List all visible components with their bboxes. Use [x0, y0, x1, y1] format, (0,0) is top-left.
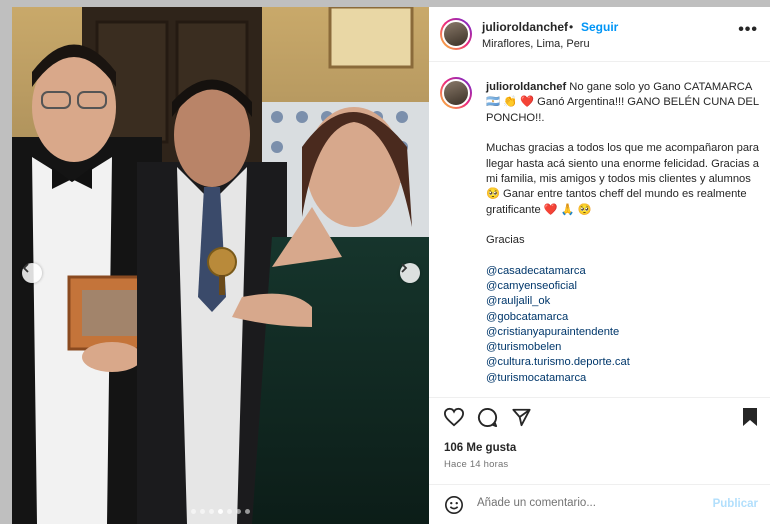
- carousel-dot: [245, 509, 250, 514]
- post-actions: [429, 397, 770, 437]
- comment-bar: Publicar: [429, 484, 770, 524]
- carousel-prev-button[interactable]: [22, 263, 42, 283]
- chevron-left-icon: [22, 263, 29, 273]
- carousel-dot: [200, 509, 205, 514]
- carousel-dot: [209, 509, 214, 514]
- emoji-icon[interactable]: [444, 495, 464, 515]
- carousel-dot: [218, 509, 223, 514]
- heart-icon[interactable]: [443, 407, 465, 427]
- tag-link[interactable]: @cristianyapuraintendente: [486, 325, 761, 340]
- separator-dot: •: [569, 20, 574, 34]
- post-header: julioroldanchef • Seguir Miraflores, Lim…: [429, 7, 770, 62]
- share-icon[interactable]: [511, 407, 532, 427]
- carousel-dot: [227, 509, 232, 514]
- caption-avatar[interactable]: [440, 77, 472, 109]
- caption-tags: @casadecatamarca @camyenseoficial @raulj…: [486, 264, 761, 386]
- tag-link[interactable]: @casadecatamarca: [486, 264, 761, 279]
- publish-button[interactable]: Publicar: [713, 498, 758, 510]
- caption-username[interactable]: julioroldanchef: [486, 81, 566, 93]
- instagram-post-modal: julioroldanchef • Seguir Miraflores, Lim…: [0, 0, 770, 524]
- chevron-right-icon: [401, 263, 408, 273]
- tag-link[interactable]: @rauljalil_ok: [486, 294, 761, 309]
- caption-gracias: Gracias: [486, 234, 525, 247]
- caption-paragraph: Muchas gracias a todos los que me acompa…: [486, 142, 760, 216]
- bookmark-icon[interactable]: [742, 407, 758, 427]
- caption-text: julioroldanchef No gane solo yo Gano CAT…: [486, 80, 761, 386]
- carousel-next-button[interactable]: [400, 263, 420, 283]
- post-side-panel: julioroldanchef • Seguir Miraflores, Lim…: [429, 7, 770, 524]
- avatar[interactable]: [440, 18, 472, 50]
- tag-link[interactable]: @turismocatamarca: [486, 371, 761, 386]
- carousel-indicator: [12, 509, 429, 514]
- carousel-dot: [236, 509, 241, 514]
- more-options-icon[interactable]: •••: [738, 21, 758, 39]
- tag-link[interactable]: @turismobelen: [486, 340, 761, 355]
- event-photo-illustration: [12, 7, 429, 524]
- tag-link[interactable]: @gobcatamarca: [486, 310, 761, 325]
- comment-icon[interactable]: [477, 407, 498, 428]
- post-time[interactable]: Hace 14 horas: [444, 459, 508, 470]
- follow-button[interactable]: Seguir: [581, 20, 618, 34]
- post-username[interactable]: julioroldanchef: [482, 20, 568, 34]
- tag-link[interactable]: @cultura.turismo.deporte.cat: [486, 355, 761, 370]
- post-photo[interactable]: [12, 7, 429, 524]
- tag-link[interactable]: @camyenseoficial: [486, 279, 761, 294]
- comment-input[interactable]: [477, 497, 697, 509]
- post-caption: julioroldanchef No gane solo yo Gano CAT…: [429, 63, 770, 397]
- carousel-dot: [191, 509, 196, 514]
- likes-count[interactable]: 106 Me gusta: [444, 442, 516, 454]
- post-location[interactable]: Miraflores, Lima, Peru: [482, 38, 590, 50]
